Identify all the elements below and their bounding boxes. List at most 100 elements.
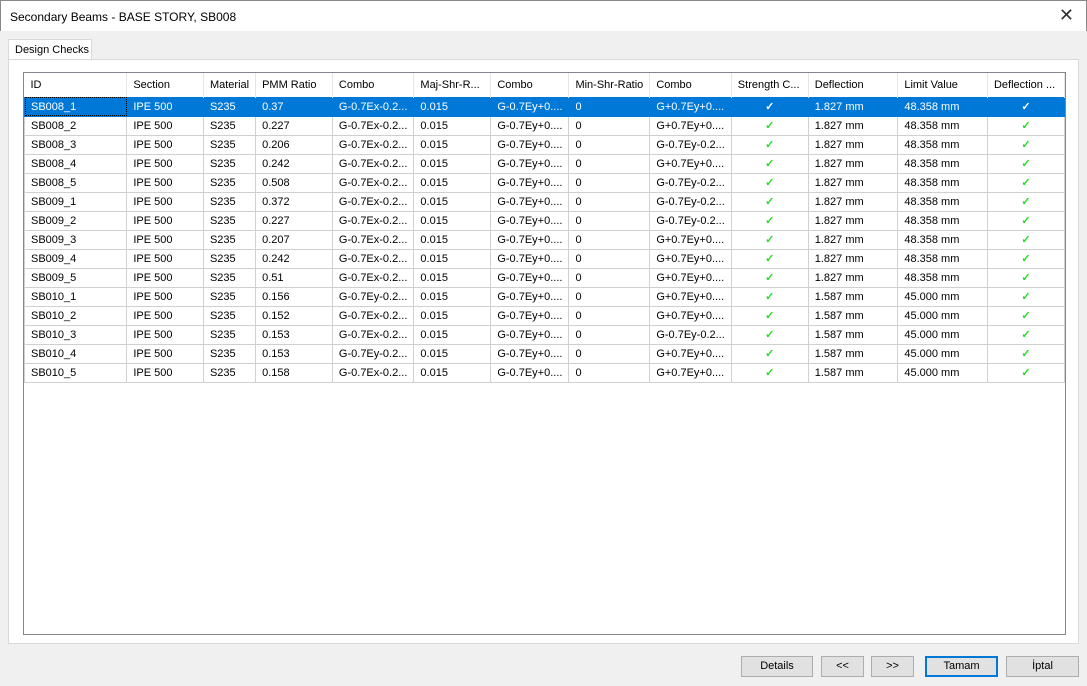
table-cell: 0.015	[413, 248, 492, 269]
check-icon: ✓	[730, 115, 809, 136]
check-icon: ✓	[730, 267, 809, 288]
table-cell: 0	[568, 229, 651, 250]
table-cell: G+0.7Ey+0....	[649, 343, 732, 364]
table-cell: 1.587 mm	[807, 286, 899, 307]
column-header[interactable]: PMM Ratio	[255, 73, 333, 97]
check-icon: ✓	[730, 343, 809, 364]
check-icon: ✓	[730, 305, 809, 326]
table-cell: G-0.7Ey+0....	[490, 134, 570, 155]
table-cell: SB008_3	[23, 134, 128, 155]
table-cell: 0.158	[255, 362, 333, 383]
column-header[interactable]: Deflection ...	[987, 73, 1066, 97]
table-cell: 0	[568, 362, 651, 383]
table-cell: IPE 500	[126, 362, 204, 383]
column-header[interactable]: Maj-Shr-R...	[413, 73, 492, 97]
table-cell: 0.015	[413, 134, 492, 155]
previous-button[interactable]: <<	[821, 656, 864, 677]
table-cell: S235	[202, 191, 257, 212]
table-row[interactable]: SB008_4 IPE 500 S235 0.242 G-0.7Ex-0.2... 0.0…	[23, 153, 1066, 174]
table-cell: 0.508	[255, 172, 333, 193]
table-cell: 1.827 mm	[807, 248, 899, 269]
table-row[interactable]: SB009_1 IPE 500 S235 0.372 G-0.7Ex-0.2... 0.0…	[23, 191, 1066, 212]
table-row[interactable]: SB009_5 IPE 500 S235 0.51 G-0.7Ex-0.2... 0.01…	[23, 267, 1066, 288]
column-header[interactable]: Combo	[649, 73, 732, 97]
close-icon[interactable]: ✕	[1059, 5, 1074, 26]
table-row[interactable]: SB010_3 IPE 500 S235 0.153 G-0.7Ex-0.2... 0.0…	[23, 324, 1066, 345]
check-icon: ✓	[986, 305, 1066, 326]
table-cell: 45.000 mm	[897, 305, 988, 326]
table-cell: 1.587 mm	[807, 324, 899, 345]
table-row[interactable]: SB010_2 IPE 500 S235 0.152 G-0.7Ex-0.2... 0.0…	[23, 305, 1066, 326]
table-cell: 0.015	[413, 305, 492, 326]
check-icon: ✓	[730, 191, 809, 212]
design-checks-grid[interactable]: ID Section Material PMM Ratio Combo Maj-Shr-R…	[23, 72, 1066, 635]
table-cell: G+0.7Ey+0....	[649, 229, 732, 250]
check-icon: ✓	[986, 248, 1066, 269]
table-cell: 0	[568, 343, 651, 364]
details-button[interactable]: Details	[741, 656, 813, 677]
table-row[interactable]: SB010_5 IPE 500 S235 0.158 G-0.7Ex-0.2... 0.0…	[23, 362, 1066, 383]
table-row[interactable]: SB010_4 IPE 500 S235 0.153 G-0.7Ey-0.2... 0.0…	[23, 343, 1066, 364]
table-cell: G-0.7Ex-0.2...	[331, 115, 415, 136]
column-header[interactable]: ID	[24, 73, 128, 97]
ok-button[interactable]: Tamam	[925, 656, 998, 677]
table-cell: 0.51	[255, 267, 333, 288]
cancel-button[interactable]: İptal	[1006, 656, 1079, 677]
check-icon: ✓	[730, 324, 809, 345]
table-cell: IPE 500	[126, 267, 204, 288]
column-header[interactable]: Material	[203, 73, 257, 97]
table-row[interactable]: SB008_2 IPE 500 S235 0.227 G-0.7Ex-0.2... 0.0…	[23, 115, 1066, 136]
table-cell: 0	[568, 286, 651, 307]
column-header[interactable]: Min-Shr-Ratio	[568, 73, 651, 97]
table-cell: G-0.7Ey-0.2...	[649, 324, 732, 345]
table-cell: 0.153	[255, 343, 333, 364]
table-cell: G-0.7Ex-0.2...	[331, 153, 415, 174]
table-cell: IPE 500	[126, 96, 204, 117]
check-icon: ✓	[986, 286, 1066, 307]
table-row[interactable]: SB009_4 IPE 500 S235 0.242 G-0.7Ex-0.2... 0.0…	[23, 248, 1066, 269]
table-cell: G-0.7Ey+0....	[490, 96, 570, 117]
table-row[interactable]: SB010_1 IPE 500 S235 0.156 G-0.7Ey-0.2... 0.0…	[23, 286, 1066, 307]
column-header[interactable]: Strength C...	[731, 73, 809, 97]
table-cell: IPE 500	[126, 134, 204, 155]
column-header[interactable]: Limit Value	[897, 73, 988, 97]
table-cell: G-0.7Ey+0....	[490, 248, 570, 269]
column-header[interactable]: Combo	[490, 73, 570, 97]
table-row[interactable]: SB009_2 IPE 500 S235 0.227 G-0.7Ex-0.2... 0.0…	[23, 210, 1066, 231]
table-cell: 48.358 mm	[897, 153, 988, 174]
table-cell: G-0.7Ey-0.2...	[649, 210, 732, 231]
table-cell: G-0.7Ey-0.2...	[649, 134, 732, 155]
table-row[interactable]: SB008_3 IPE 500 S235 0.206 G-0.7Ex-0.2... 0.0…	[23, 134, 1066, 155]
table-cell: 0.153	[255, 324, 333, 345]
table-cell: 0.015	[413, 267, 492, 288]
table-cell: G-0.7Ex-0.2...	[331, 362, 415, 383]
column-header[interactable]: Section	[126, 73, 204, 97]
table-cell: 1.827 mm	[807, 153, 899, 174]
table-cell: G-0.7Ex-0.2...	[331, 229, 415, 250]
table-cell: 0	[568, 324, 651, 345]
table-cell: 0	[568, 172, 651, 193]
table-cell: SB010_1	[23, 286, 128, 307]
table-cell: G-0.7Ey+0....	[490, 362, 570, 383]
table-cell: G-0.7Ey+0....	[490, 286, 570, 307]
table-row[interactable]: SB009_3 IPE 500 S235 0.207 G-0.7Ex-0.2... 0.0…	[23, 229, 1066, 250]
table-cell: 0	[568, 248, 651, 269]
table-cell: G-0.7Ex-0.2...	[331, 324, 415, 345]
table-row[interactable]: SB008_1 IPE 500 S235 0.37 G-0.7Ex-0.2... 0.01…	[23, 96, 1066, 117]
column-header[interactable]: Combo	[332, 73, 415, 97]
table-cell: IPE 500	[126, 305, 204, 326]
table-cell: 0.152	[255, 305, 333, 326]
table-cell: 1.827 mm	[807, 96, 899, 117]
check-icon: ✓	[986, 191, 1066, 212]
table-row[interactable]: SB008_5 IPE 500 S235 0.508 G-0.7Ex-0.2... 0.0…	[23, 172, 1066, 193]
tab-design-checks[interactable]: Design Checks	[8, 39, 92, 60]
column-header[interactable]: Deflection	[808, 73, 899, 97]
table-cell: 1.827 mm	[807, 134, 899, 155]
check-icon: ✓	[986, 172, 1066, 193]
next-button[interactable]: >>	[871, 656, 914, 677]
table-cell: 0.227	[255, 115, 333, 136]
check-icon: ✓	[986, 134, 1066, 155]
table-cell: S235	[202, 362, 257, 383]
table-cell: 0.156	[255, 286, 333, 307]
table-cell: IPE 500	[126, 248, 204, 269]
